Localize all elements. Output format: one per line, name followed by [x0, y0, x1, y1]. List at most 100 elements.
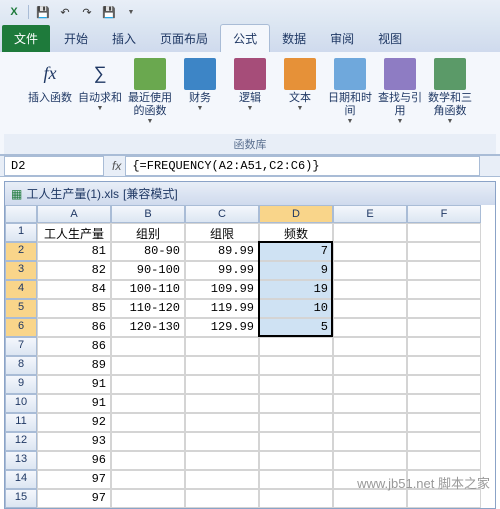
cell-C2[interactable]: 89.99 [185, 242, 259, 261]
cell-F2[interactable] [407, 242, 481, 261]
row-header[interactable]: 12 [5, 432, 37, 451]
cell-C13[interactable] [185, 451, 259, 470]
cell-D6[interactable]: 5 [259, 318, 333, 337]
col-header-A[interactable]: A [37, 205, 111, 223]
cell-F6[interactable] [407, 318, 481, 337]
cell-C14[interactable] [185, 470, 259, 489]
row-header[interactable]: 5 [5, 299, 37, 318]
cell-C10[interactable] [185, 394, 259, 413]
cell-C12[interactable] [185, 432, 259, 451]
row-header[interactable]: 8 [5, 356, 37, 375]
logical-button[interactable]: 逻辑▼ [226, 56, 274, 116]
row-header[interactable]: 2 [5, 242, 37, 261]
cell-F13[interactable] [407, 451, 481, 470]
datetime-button[interactable]: 日期和时间▼ [326, 56, 374, 129]
undo-icon[interactable]: ↶ [57, 4, 73, 20]
select-all-corner[interactable] [5, 205, 37, 223]
row-header[interactable]: 3 [5, 261, 37, 280]
cell-C15[interactable] [185, 489, 259, 508]
cell-E2[interactable] [333, 242, 407, 261]
autosum-button[interactable]: ∑自动求和▼ [76, 56, 124, 116]
cell-A13[interactable]: 96 [37, 451, 111, 470]
tab-data[interactable]: 数据 [270, 25, 318, 52]
cell-C4[interactable]: 109.99 [185, 280, 259, 299]
math-button[interactable]: 数学和三角函数▼ [426, 56, 474, 129]
row-header[interactable]: 15 [5, 489, 37, 508]
cell-F5[interactable] [407, 299, 481, 318]
cell-D8[interactable] [259, 356, 333, 375]
cell-D14[interactable] [259, 470, 333, 489]
cell-A11[interactable]: 92 [37, 413, 111, 432]
cell-D12[interactable] [259, 432, 333, 451]
cell-B12[interactable] [111, 432, 185, 451]
cell-B5[interactable]: 110-120 [111, 299, 185, 318]
row-header[interactable]: 9 [5, 375, 37, 394]
cell-D11[interactable] [259, 413, 333, 432]
cell-C9[interactable] [185, 375, 259, 394]
fx-icon[interactable]: fx [108, 159, 125, 173]
save2-icon[interactable]: 💾 [101, 4, 117, 20]
col-header-B[interactable]: B [111, 205, 185, 223]
row-header[interactable]: 1 [5, 223, 37, 242]
cell-E12[interactable] [333, 432, 407, 451]
cell-F12[interactable] [407, 432, 481, 451]
cell-A15[interactable]: 97 [37, 489, 111, 508]
cell-B13[interactable] [111, 451, 185, 470]
recent-button[interactable]: 最近使用的函数▼ [126, 56, 174, 129]
cell-A12[interactable]: 93 [37, 432, 111, 451]
cell-D1[interactable]: 频数 [259, 223, 333, 242]
cell-E4[interactable] [333, 280, 407, 299]
cell-D7[interactable] [259, 337, 333, 356]
tab-layout[interactable]: 页面布局 [148, 25, 220, 52]
cell-F4[interactable] [407, 280, 481, 299]
cell-A5[interactable]: 85 [37, 299, 111, 318]
cell-B6[interactable]: 120-130 [111, 318, 185, 337]
row-header[interactable]: 6 [5, 318, 37, 337]
cell-A9[interactable]: 91 [37, 375, 111, 394]
cell-E13[interactable] [333, 451, 407, 470]
cell-B14[interactable] [111, 470, 185, 489]
tab-formulas[interactable]: 公式 [220, 24, 270, 52]
row-header[interactable]: 4 [5, 280, 37, 299]
cell-A14[interactable]: 97 [37, 470, 111, 489]
cell-E11[interactable] [333, 413, 407, 432]
cell-B8[interactable] [111, 356, 185, 375]
cell-A3[interactable]: 82 [37, 261, 111, 280]
cell-B1[interactable]: 组别 [111, 223, 185, 242]
name-box[interactable]: D2 [4, 156, 104, 176]
cell-B11[interactable] [111, 413, 185, 432]
formula-bar[interactable]: {=FREQUENCY(A2:A51,C2:C6)} [125, 156, 480, 176]
tab-review[interactable]: 审阅 [318, 25, 366, 52]
cell-F9[interactable] [407, 375, 481, 394]
text-button[interactable]: 文本▼ [276, 56, 324, 116]
row-header[interactable]: 11 [5, 413, 37, 432]
cell-A4[interactable]: 84 [37, 280, 111, 299]
cell-D15[interactable] [259, 489, 333, 508]
cell-B9[interactable] [111, 375, 185, 394]
tab-insert[interactable]: 插入 [100, 25, 148, 52]
cell-C8[interactable] [185, 356, 259, 375]
cell-E9[interactable] [333, 375, 407, 394]
cell-D5[interactable]: 10 [259, 299, 333, 318]
cell-A7[interactable]: 86 [37, 337, 111, 356]
cell-F11[interactable] [407, 413, 481, 432]
col-header-C[interactable]: C [185, 205, 259, 223]
col-header-F[interactable]: F [407, 205, 481, 223]
save-icon[interactable]: 💾 [35, 4, 51, 20]
cell-A6[interactable]: 86 [37, 318, 111, 337]
col-header-D[interactable]: D [259, 205, 333, 223]
cell-D3[interactable]: 9 [259, 261, 333, 280]
row-header[interactable]: 7 [5, 337, 37, 356]
cell-E1[interactable] [333, 223, 407, 242]
cell-C6[interactable]: 129.99 [185, 318, 259, 337]
cell-A10[interactable]: 91 [37, 394, 111, 413]
cell-C3[interactable]: 99.99 [185, 261, 259, 280]
redo-icon[interactable]: ↷ [79, 4, 95, 20]
cell-B4[interactable]: 100-110 [111, 280, 185, 299]
lookup-button[interactable]: 查找与引用▼ [376, 56, 424, 129]
cell-F3[interactable] [407, 261, 481, 280]
cell-B2[interactable]: 80-90 [111, 242, 185, 261]
cell-F10[interactable] [407, 394, 481, 413]
tab-file[interactable]: 文件 [2, 25, 50, 52]
cell-F7[interactable] [407, 337, 481, 356]
